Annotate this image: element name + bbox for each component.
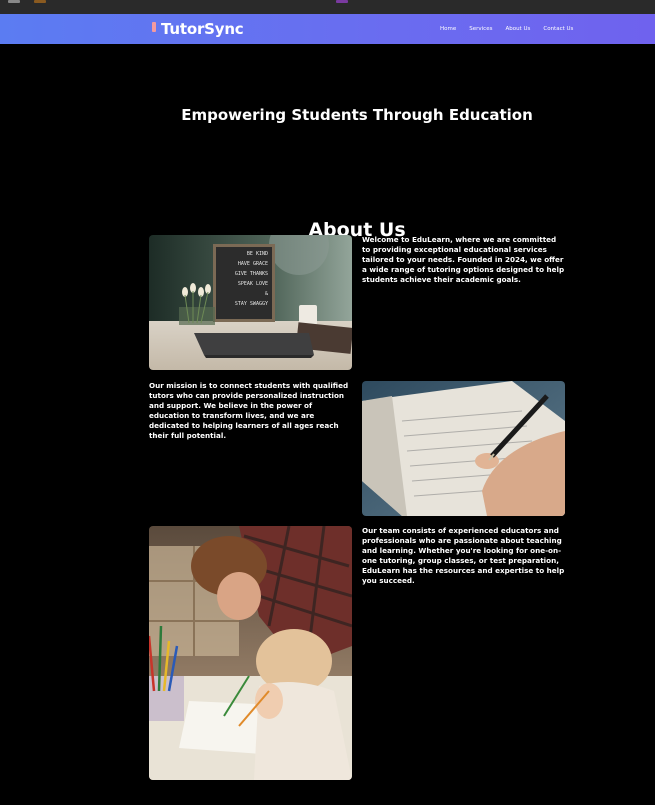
letterboard-line: STAY SWAGGY	[235, 301, 268, 307]
desk-letterboard-illustration: BE KIND HAVE GRACE GIVE THANKS SPEAK LOV…	[149, 235, 352, 370]
tab-favicon	[34, 0, 46, 3]
letterboard-line: HAVE GRACE	[238, 261, 268, 267]
nav-link-services[interactable]: Services	[469, 26, 492, 32]
about-paragraph-intro: Welcome to EduLearn, where we are commit…	[362, 235, 565, 284]
browser-toolbar-strip	[0, 0, 655, 14]
notebook-writing-illustration	[362, 381, 565, 516]
parent-child-drawing-photo	[149, 526, 352, 780]
desk-letterboard-photo: BE KIND HAVE GRACE GIVE THANKS SPEAK LOV…	[149, 235, 352, 370]
brand-name: TutorSync	[161, 20, 244, 38]
about-paragraph-team: Our team consists of experienced educato…	[362, 526, 565, 585]
about-paragraph-mission: Our mission is to connect students with …	[149, 381, 349, 440]
letterboard-line: SPEAK LOVE	[238, 281, 268, 287]
letterboard-line: GIVE THANKS	[235, 271, 268, 277]
logo-icon	[152, 22, 156, 32]
letterboard-line: BE KIND	[247, 251, 268, 257]
top-navbar: TutorSync Home Services About Us Contact…	[0, 14, 655, 44]
notebook-writing-photo	[362, 381, 565, 516]
nav-link-about[interactable]: About Us	[505, 26, 530, 32]
letterboard-line: &	[265, 291, 268, 297]
parent-child-drawing-illustration	[149, 526, 352, 780]
hero-title: Empowering Students Through Education	[181, 106, 533, 125]
brand-logo[interactable]: TutorSync	[152, 19, 244, 39]
tab-favicon	[8, 0, 20, 3]
nav-links: Home Services About Us Contact Us	[440, 26, 573, 32]
nav-link-contact[interactable]: Contact Us	[543, 26, 573, 32]
tab-favicon	[336, 0, 348, 3]
nav-link-home[interactable]: Home	[440, 26, 456, 32]
